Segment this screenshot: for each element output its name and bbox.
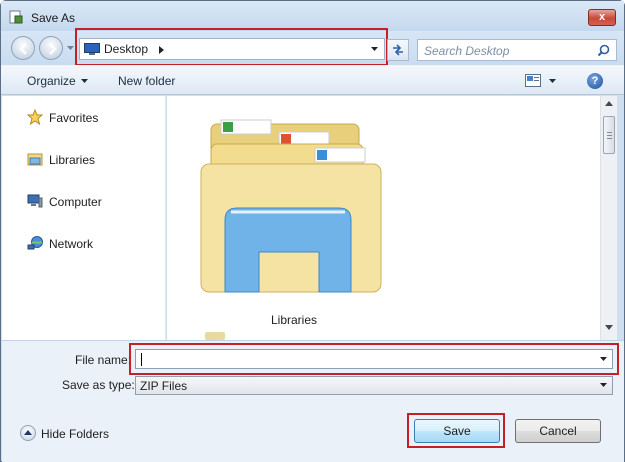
scroll-down-arrow-icon[interactable] [605,325,613,330]
organize-menu[interactable]: Organize [27,74,88,88]
forward-arrow-icon [49,43,57,55]
cancel-button[interactable]: Cancel [515,419,601,443]
recent-pages-chevron-icon[interactable] [67,46,74,51]
libraries-folder-icon [200,119,382,293]
file-name-label: File name: [75,353,132,367]
search-icon[interactable] [597,44,610,57]
partially-visible-item [205,332,225,340]
save-as-type-label: Save as type: [62,378,135,392]
address-bar[interactable]: Desktop [79,38,385,60]
text-cursor [141,353,142,366]
grip-line [607,138,612,139]
command-bar: Organize New folder ? [1,65,624,95]
chevron-down-icon [80,79,88,84]
libraries-icon [27,153,43,166]
grip-line [607,132,612,133]
search-input[interactable]: Search Desktop [424,44,509,58]
sidebar-item-label: Network [49,237,94,251]
save-as-type-value: ZIP Files [140,379,188,393]
close-button[interactable]: x [588,9,616,26]
collapse-up-icon [20,425,36,441]
hide-folders-label: Hide Folders [41,427,110,441]
search-box[interactable]: Search Desktop [417,39,617,61]
save-button[interactable]: Save [414,419,500,443]
save-as-type-select[interactable]: ZIP Files [135,376,613,395]
save-as-dialog: Save As x Desktop Search Desktop Organiz… [0,0,625,462]
address-breadcrumb[interactable]: Desktop [104,42,148,56]
address-dropdown-icon[interactable] [371,47,378,52]
scroll-up-arrow-icon[interactable] [605,101,613,106]
computer-icon [27,194,43,208]
organize-label: Organize [27,74,76,88]
file-list: Libraries [167,96,600,340]
file-list-item-label: Libraries [271,313,318,327]
back-button[interactable] [11,36,35,60]
sidebar-item-label: Computer [49,195,102,209]
sidebar-item-label: Libraries [49,153,96,167]
refresh-icon [393,44,403,56]
new-folder-button[interactable]: New folder [118,74,175,88]
title-bar: Save As x [1,1,624,31]
grip-line [607,135,612,136]
desktop-icon [84,43,100,55]
back-arrow-icon [19,43,27,55]
view-options-chevron-icon[interactable] [549,79,556,84]
forward-button[interactable] [39,36,63,60]
navigation-bar: Desktop Search Desktop [1,28,624,66]
window-title: Save As [31,11,76,25]
file-name-dropdown-icon[interactable] [600,357,607,362]
network-icon [27,236,43,250]
save-document-icon [9,10,23,24]
breadcrumb-arrow-icon[interactable] [159,46,164,54]
refresh-button[interactable] [387,39,409,61]
help-icon[interactable]: ? [587,73,603,89]
sidebar-item-label: Favorites [49,111,99,125]
star-icon [27,109,43,125]
change-view-icon[interactable] [525,74,541,88]
chevron-down-icon [600,383,607,387]
scrollbar-thumb[interactable] [603,116,615,154]
save-form: File name: Save as type: ZIP Files Hide … [2,340,624,462]
navigation-pane [2,96,166,340]
vertical-scrollbar[interactable] [600,96,617,340]
file-name-field[interactable] [135,349,613,369]
